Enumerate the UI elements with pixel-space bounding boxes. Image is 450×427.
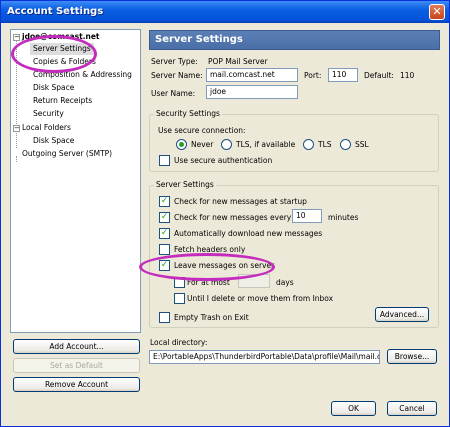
default-port-value: 110 [400, 71, 415, 80]
user-name-field[interactable]: jdoe [206, 85, 298, 99]
server-type-label: Server Type: [151, 57, 198, 66]
default-label: Default: [364, 71, 394, 80]
local-directory-field[interactable]: E:\PortableApps\ThunderbirdPortable\Data… [149, 350, 380, 364]
collapse-icon[interactable]: − [13, 125, 20, 132]
server-name-field[interactable]: mail.comcast.net [206, 68, 298, 82]
panel-header: Server Settings [149, 30, 440, 50]
user-name-label: User Name: [151, 89, 196, 98]
for-at-most-label[interactable]: For at most [187, 278, 230, 288]
until-delete-label[interactable]: Until I delete or move them from Inbox [187, 294, 333, 304]
title-bar: Account Settings ✕ [1, 1, 449, 23]
tree-account[interactable]: jdoe@comcast.net [22, 31, 100, 43]
fetch-headers-label[interactable]: Fetch headers only [174, 245, 245, 255]
minutes-label: minutes [328, 213, 359, 222]
panel-title: Server Settings [155, 34, 243, 45]
auto-download-checkbox[interactable]: ✓ [159, 228, 170, 239]
ok-button[interactable]: OK [331, 401, 376, 416]
empty-trash-checkbox[interactable] [159, 312, 170, 323]
tree-item-security[interactable]: Security [33, 108, 64, 120]
tree-item-copies-folders[interactable]: Copies & Folders [33, 56, 96, 68]
days-field[interactable] [238, 274, 270, 288]
radio-never[interactable] [176, 139, 187, 150]
tree-outgoing-server[interactable]: Outgoing Server (SMTP) [22, 148, 112, 160]
radio-tls-if-available-label[interactable]: TLS, if available [236, 140, 295, 150]
radio-ssl-label[interactable]: SSL [355, 140, 369, 150]
tree-item-server-settings[interactable]: Server Settings [30, 43, 94, 55]
empty-trash-label[interactable]: Empty Trash on Exit [174, 313, 249, 323]
fetch-headers-checkbox[interactable] [159, 244, 170, 255]
remove-account-button[interactable]: Remove Account [13, 377, 140, 392]
tree-item-disk-space[interactable]: Disk Space [33, 82, 74, 94]
check-startup-label[interactable]: Check for new messages at startup [174, 197, 307, 207]
set-as-default-button[interactable]: Set as Default [13, 358, 140, 373]
local-directory-label: Local directory: [150, 338, 208, 347]
tree-item-return-receipts[interactable]: Return Receipts [33, 95, 92, 107]
add-account-button[interactable]: Add Account... [13, 339, 140, 354]
leave-messages-checkbox[interactable]: ✓ [159, 260, 170, 271]
server-settings-group-title: Server Settings [154, 180, 216, 190]
window-title: Account Settings [7, 6, 104, 17]
account-settings-window: Account Settings ✕ − jdoe@comcast.net Se… [0, 0, 450, 427]
close-icon[interactable]: ✕ [429, 4, 445, 20]
collapse-icon[interactable]: − [13, 34, 20, 41]
days-label: days [276, 278, 294, 287]
browse-button[interactable]: Browse... [387, 349, 437, 364]
secure-auth-checkbox[interactable] [159, 155, 170, 166]
auto-download-label[interactable]: Automatically download new messages [174, 229, 322, 239]
security-settings-title: Security Settings [154, 109, 222, 119]
tree-item-composition[interactable]: Composition & Addressing [33, 69, 132, 81]
server-name-label: Server Name: [151, 71, 203, 80]
check-every-label[interactable]: Check for new messages every [174, 213, 291, 223]
check-minutes-field[interactable]: 10 [292, 209, 322, 223]
radio-tls-if-available[interactable] [221, 139, 232, 150]
secure-auth-label[interactable]: Use secure authentication [174, 156, 272, 166]
radio-never-label[interactable]: Never [191, 140, 213, 150]
radio-tls[interactable] [303, 139, 314, 150]
tree-item-local-disk-space[interactable]: Disk Space [33, 135, 74, 147]
for-at-most-checkbox[interactable] [174, 277, 185, 288]
until-delete-checkbox[interactable] [174, 293, 185, 304]
port-label: Port: [304, 71, 322, 80]
use-secure-connection-label: Use secure connection: [158, 126, 246, 135]
tree-local-folders[interactable]: Local Folders [22, 122, 71, 134]
check-every-checkbox[interactable]: ✓ [159, 212, 170, 223]
advanced-button[interactable]: Advanced... [375, 307, 429, 322]
account-tree[interactable]: − jdoe@comcast.net Server Settings Copie… [10, 29, 141, 333]
tree-line [16, 156, 17, 162]
server-type-value: POP Mail Server [208, 57, 268, 66]
port-field[interactable]: 110 [328, 68, 358, 82]
cancel-button[interactable]: Cancel [387, 401, 437, 416]
radio-ssl[interactable] [340, 139, 351, 150]
radio-tls-label[interactable]: TLS [318, 140, 332, 150]
leave-messages-label[interactable]: Leave messages on server [174, 261, 274, 271]
check-startup-checkbox[interactable]: ✓ [159, 196, 170, 207]
